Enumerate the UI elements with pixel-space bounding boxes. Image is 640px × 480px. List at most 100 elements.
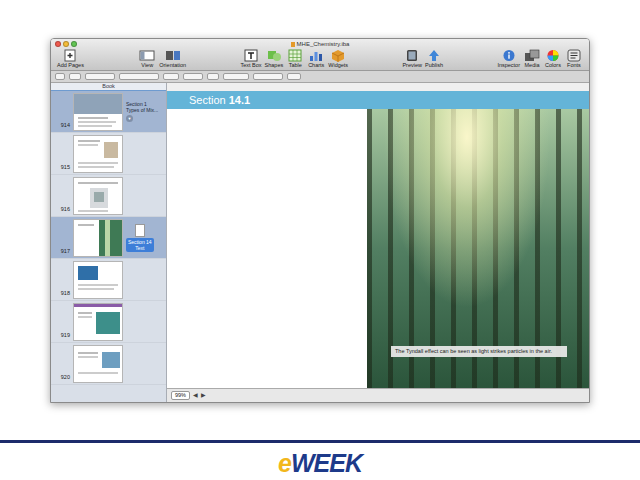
toolbar-button[interactable]: Add Pages [57, 49, 84, 69]
toolbar-button[interactable]: Publish [425, 49, 443, 69]
toolbar-button[interactable]: Inspector [497, 49, 520, 69]
publish-icon[interactable] [426, 49, 442, 62]
page-number: 915 [51, 164, 73, 174]
thumbnail-figure [104, 142, 118, 158]
toolbar-button[interactable]: Orientation [159, 49, 186, 69]
zoom-field[interactable]: 99% [171, 391, 190, 400]
toolbar-button[interactable]: Text Box [240, 49, 261, 69]
close-button[interactable] [55, 41, 61, 47]
sidebar-header[interactable]: Book [51, 83, 166, 91]
format-control[interactable] [119, 73, 159, 80]
page-row[interactable]: 919 [51, 301, 166, 343]
thumbnail-figure [78, 316, 92, 318]
format-control[interactable] [207, 73, 219, 80]
page-row[interactable]: 918 [51, 259, 166, 301]
fonts-icon[interactable] [566, 49, 582, 62]
page-area: The Tyndall effect can be seen as light … [167, 109, 589, 388]
page-row[interactable]: 920 [51, 343, 166, 385]
format-control[interactable] [183, 73, 203, 80]
inspector-icon[interactable] [501, 49, 517, 62]
orientation-icon[interactable] [165, 49, 181, 62]
section-number[interactable]: 14.1 [229, 94, 250, 106]
disclosure-toggle[interactable]: ▼ [126, 115, 133, 122]
page-thumbnail[interactable] [73, 219, 123, 257]
thumbnail-figure [78, 288, 114, 290]
format-control[interactable] [55, 73, 65, 80]
thumbnail-figure [78, 210, 108, 212]
add-pages-icon[interactable] [62, 49, 78, 62]
format-control[interactable] [163, 73, 179, 80]
toolbar-label[interactable]: Orientation [159, 62, 186, 69]
page-canvas: Section14.1 The Tyndall effect can be see… [167, 83, 589, 402]
thumbnail-figure [78, 284, 118, 286]
drag-badge[interactable]: Section 14Text [126, 224, 154, 252]
toolbar-button[interactable]: Shapes [265, 49, 284, 69]
toolbar-label[interactable]: Add Pages [57, 62, 84, 69]
page-nav-button[interactable]: ◀ [193, 392, 198, 399]
toolbar-label[interactable]: Shapes [265, 62, 284, 69]
toolbar-label[interactable]: Preview [402, 62, 422, 69]
format-control[interactable] [287, 73, 301, 80]
toolbar-group: View Orientation [138, 49, 186, 69]
toolbar-button[interactable]: Widgets [328, 49, 348, 69]
toolbar-button[interactable]: View [138, 49, 156, 69]
thumbnail-figure [78, 121, 116, 123]
toolbar-button[interactable]: Preview [402, 49, 422, 69]
format-control[interactable] [223, 73, 249, 80]
section-prefix[interactable]: Section [189, 94, 226, 106]
toolbar-button[interactable]: Colors [544, 49, 562, 69]
page-row[interactable]: 914Section 1Types of Mix...▼ [51, 91, 166, 133]
toolbar-label[interactable]: View [141, 62, 153, 69]
zoom-button[interactable] [71, 41, 77, 47]
page-thumbnail[interactable] [73, 345, 123, 383]
format-control[interactable] [85, 73, 115, 80]
charts-icon[interactable] [308, 49, 324, 62]
toolbar-label[interactable]: Inspector [497, 62, 520, 69]
media-icon[interactable] [524, 49, 540, 62]
page-row[interactable]: 915 [51, 133, 166, 175]
toolbar-label[interactable]: Media [525, 62, 540, 69]
divider-line [0, 440, 640, 443]
thumbnail-figure [78, 312, 92, 314]
text-box-icon[interactable] [243, 49, 259, 62]
toolbar-button[interactable]: Table [286, 49, 304, 69]
toolbar-button[interactable]: Media [523, 49, 541, 69]
toolbar-label[interactable]: Publish [425, 62, 443, 69]
forest-photo[interactable]: The Tyndall effect can be seen as light … [367, 109, 589, 388]
toolbar-label[interactable]: Widgets [328, 62, 348, 69]
page-thumbnail[interactable] [73, 177, 123, 215]
toolbar-label[interactable]: Text Box [240, 62, 261, 69]
widgets-icon[interactable] [330, 49, 346, 62]
thumbnail-figure [78, 182, 118, 184]
toolbar-label[interactable]: Colors [545, 62, 561, 69]
thumbnail-figure [94, 192, 104, 202]
page-nav-button[interactable]: ▶ [201, 392, 206, 399]
page-text-area[interactable] [167, 109, 367, 388]
toolbar-label[interactable]: Table [289, 62, 302, 69]
minimize-button[interactable] [63, 41, 69, 47]
view-icon[interactable] [139, 49, 155, 62]
page-row[interactable]: 917Section 14Text [51, 217, 166, 259]
thumbnail-figure [78, 372, 118, 374]
table-icon[interactable] [287, 49, 303, 62]
shapes-icon[interactable] [266, 49, 282, 62]
toolbar-button[interactable]: Fonts [565, 49, 583, 69]
section-header[interactable]: Section14.1 [167, 91, 589, 109]
page-thumbnail[interactable] [73, 303, 123, 341]
page-thumbnail[interactable] [73, 135, 123, 173]
toolbar-label[interactable]: Charts [308, 62, 324, 69]
page-thumbnail[interactable] [73, 261, 123, 299]
toolbar-label[interactable]: Fonts [567, 62, 581, 69]
format-control[interactable] [69, 73, 81, 80]
photo-caption[interactable]: The Tyndall effect can be seen as light … [391, 346, 567, 357]
window-title-text: MHE_Chemistry.iba [297, 41, 350, 47]
section-title: Section 1 [126, 101, 158, 107]
format-control[interactable] [253, 73, 283, 80]
page-row[interactable]: 916 [51, 175, 166, 217]
title-bar: MHE_Chemistry.iba [51, 39, 589, 49]
preview-icon[interactable] [404, 49, 420, 62]
page-thumbnail[interactable] [73, 93, 123, 131]
section-label[interactable]: Section 1Types of Mix...▼ [123, 101, 158, 122]
colors-icon[interactable] [545, 49, 561, 62]
toolbar-button[interactable]: Charts [307, 49, 325, 69]
